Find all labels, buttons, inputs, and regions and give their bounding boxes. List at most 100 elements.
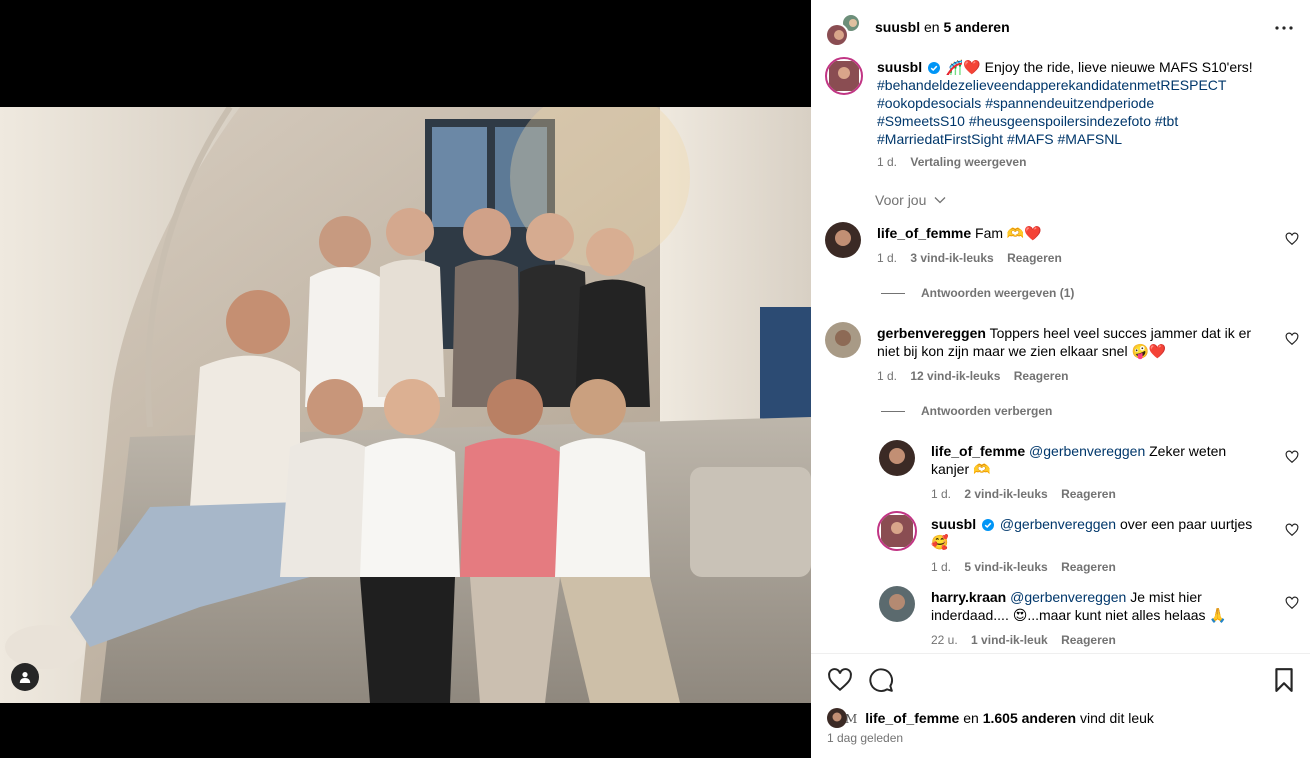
reply-button[interactable]: Reageren (1007, 251, 1062, 265)
comment-text: Toppers heel veel succes jammer dat ik e… (989, 325, 1252, 341)
avatar (825, 23, 849, 47)
divider (881, 293, 905, 295)
sort-label: Voor jou (875, 192, 927, 208)
comment-meta: 1 d. 12 vind-ik-leuks Reageren (877, 368, 1078, 384)
comment-sort-dropdown[interactable]: Voor jou (875, 192, 946, 208)
hashtag-link[interactable]: #tbt (1155, 113, 1178, 129)
reply-username[interactable]: harry.kraan (931, 589, 1006, 605)
reply-body-continued: 🥰 (931, 533, 948, 551)
mention-link[interactable]: @gerbenvereggen (1029, 443, 1145, 459)
comment-time[interactable]: 1 d. (877, 251, 897, 265)
reply-avatar[interactable] (879, 586, 915, 622)
hashtag-link[interactable]: #S9meetsS10 (877, 113, 965, 129)
likes-suffix: vind dit leuk (1079, 710, 1154, 726)
hashtag-link[interactable]: #MAFS (1007, 131, 1054, 147)
reply-username[interactable]: suusbl (931, 516, 976, 532)
reply-meta: 22 u. 1 vind-ik-leuk Reageren (931, 632, 1126, 648)
hashtag-link[interactable]: #heusgeenspoilersindezefoto (969, 113, 1151, 129)
comment-body: life_of_femme Fam 🫶❤️ (877, 224, 1042, 242)
header-username[interactable]: suusbl (875, 19, 920, 35)
collab-avatars[interactable] (825, 13, 861, 47)
likes-count[interactable]: 1.605 anderen (983, 710, 1076, 726)
caption-username[interactable]: suusbl (877, 59, 922, 75)
header-joiner: en (924, 19, 940, 35)
reply-button[interactable]: Reageren (1014, 369, 1069, 383)
reply-avatar[interactable] (879, 440, 915, 476)
comment-text: Fam 🫶❤️ (975, 225, 1042, 241)
tagged-people-button[interactable] (11, 663, 39, 691)
heart-icon[interactable] (1285, 523, 1299, 537)
verified-badge-icon (982, 519, 995, 531)
reply-button[interactable]: Reageren (1061, 560, 1116, 574)
reply-time[interactable]: 1 d. (931, 487, 951, 501)
more-options-button[interactable] (1272, 16, 1296, 40)
more-horizontal-icon (1275, 26, 1293, 30)
reply-time[interactable]: 22 u. (931, 633, 958, 647)
likes-summary: M life_of_femme en 1.605 anderen vind di… (827, 708, 1154, 728)
divider (881, 411, 905, 413)
reply-text: 🥰 (931, 534, 949, 550)
translate-button[interactable]: Vertaling weergeven (910, 155, 1026, 169)
comment-avatar[interactable] (825, 222, 861, 258)
bookmark-icon[interactable] (1271, 667, 1297, 693)
comment-meta: 1 d. 3 vind-ik-leuks Reageren (877, 250, 1072, 266)
post-photo[interactable] (0, 107, 811, 703)
post-owners: suusbl en 5 anderen (875, 19, 1010, 35)
hashtag-link[interactable]: #spannendeuitzendperiode (985, 95, 1154, 111)
comment-avatar[interactable] (825, 322, 861, 358)
post-side-panel: suusbl en 5 anderen suusbl 🎢❤️ Enjoy the… (811, 0, 1310, 758)
caption-line5: #MarriedatFirstSight #MAFS #MAFSNL (877, 130, 1122, 148)
mention-link[interactable]: @gerbenvereggen (1000, 516, 1116, 532)
hashtag-link[interactable]: #behandeldezelieveendapperekandidatenmet… (877, 77, 1226, 93)
post-actions: M life_of_femme en 1.605 anderen vind di… (811, 653, 1310, 758)
comment-username[interactable]: life_of_femme (877, 225, 971, 241)
post-media (0, 0, 811, 758)
reply-likes[interactable]: 1 vind-ik-leuk (971, 633, 1048, 647)
reply-text: over een paar uurtjes (1119, 516, 1253, 532)
comments-scroller[interactable]: suusbl 🎢❤️ Enjoy the ride, lieve nieuwe … (811, 56, 1310, 653)
caption-line1: suusbl 🎢❤️ Enjoy the ride, lieve nieuwe … (877, 58, 1277, 76)
reply-time[interactable]: 1 d. (931, 560, 951, 574)
hide-replies-toggle[interactable]: Antwoorden verbergen (881, 404, 1052, 418)
heart-icon[interactable] (827, 667, 853, 693)
liker-username[interactable]: life_of_femme (865, 710, 959, 726)
reply-button[interactable]: Reageren (1061, 487, 1116, 501)
comment-likes[interactable]: 3 vind-ik-leuks (910, 251, 993, 265)
reply-button[interactable]: Reageren (1061, 633, 1116, 647)
caption-time[interactable]: 1 d. (877, 155, 897, 169)
caption-line4: #S9meetsS10 #heusgeenspoilersindezefoto … (877, 112, 1178, 130)
hashtag-link[interactable]: #MAFSNL (1058, 131, 1123, 147)
reply-likes[interactable]: 5 vind-ik-leuks (964, 560, 1047, 574)
mention-link[interactable]: @gerbenvereggen (1010, 589, 1126, 605)
post-header: suusbl en 5 anderen (811, 0, 1310, 56)
post-date[interactable]: 1 dag geleden (827, 731, 903, 745)
comment-body-continued: niet bij kon zijn maar we zien elkaar sn… (877, 342, 1166, 360)
header-others[interactable]: 5 anderen (943, 19, 1009, 35)
comment-username[interactable]: gerbenvereggen (877, 325, 986, 341)
caption-avatar[interactable] (825, 57, 863, 95)
heart-icon[interactable] (1285, 596, 1299, 610)
reply-text: inderdaad.... 😍...maar kunt niet alles h… (931, 607, 1227, 623)
reply-likes[interactable]: 2 vind-ik-leuks (964, 487, 1047, 501)
heart-icon[interactable] (1285, 450, 1299, 464)
reply-username[interactable]: life_of_femme (931, 443, 1025, 459)
heart-icon[interactable] (1285, 332, 1299, 346)
liker-avatar[interactable] (827, 708, 847, 728)
comment-likes[interactable]: 12 vind-ik-leuks (910, 369, 1000, 383)
likes-joiner: en (963, 710, 979, 726)
comment-time[interactable]: 1 d. (877, 369, 897, 383)
heart-icon[interactable] (1285, 232, 1299, 246)
hashtag-link[interactable]: #ookopdesocials (877, 95, 981, 111)
comment-text: niet bij kon zijn maar we zien elkaar sn… (877, 343, 1167, 359)
reply-meta: 1 d. 5 vind-ik-leuks Reageren (931, 559, 1126, 575)
person-tag-icon (19, 672, 31, 683)
comment-bubble-icon[interactable] (868, 667, 894, 693)
reply-body: harry.kraan @gerbenvereggen Je mist hier (931, 588, 1271, 606)
hashtag-link[interactable]: #MarriedatFirstSight (877, 131, 1003, 147)
caption-line2: #behandeldezelieveendapperekandidatenmet… (877, 76, 1226, 94)
reply-body: suusbl @gerbenvereggen over een paar uur… (931, 515, 1271, 533)
show-replies-toggle[interactable]: Antwoorden weergeven (1) (881, 286, 1074, 300)
reply-text: kanjer 🫶 (931, 461, 991, 477)
reply-avatar[interactable] (877, 511, 917, 551)
reply-text: Je mist hier (1130, 589, 1202, 605)
